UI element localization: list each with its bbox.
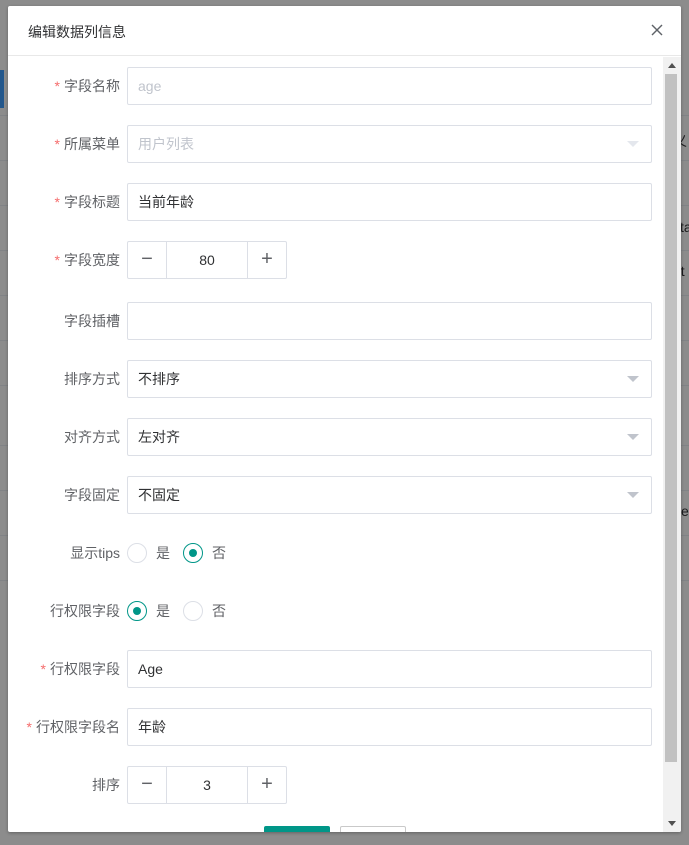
order-value[interactable]: 3 [167, 767, 247, 803]
order-stepper: − 3 + [127, 766, 287, 804]
row-permission-name-input[interactable]: 年龄 [127, 708, 652, 746]
radio-checked-icon [127, 601, 147, 621]
dialog-body: * 字段名称 age * 所属菜单 用户列表 * 字段标题 当前年龄 * 字段宽度 − … [8, 57, 663, 832]
edit-column-dialog: 编辑数据列信息 * 字段名称 age * 所属菜单 用户列表 * 字段标题 当前年龄 [8, 6, 681, 832]
field-title-label: * 字段标题 [54, 194, 120, 210]
field-name-input[interactable]: age [127, 67, 652, 105]
fixed-mode-select[interactable]: 不固定 [127, 476, 652, 514]
order-decrement-button[interactable]: − [128, 767, 167, 803]
fixed-mode-label: 字段固定 [64, 487, 120, 503]
radio-circle-icon [183, 601, 203, 621]
order-increment-button[interactable]: + [247, 767, 286, 803]
width-decrement-button[interactable]: − [128, 242, 167, 278]
scroll-up-icon[interactable] [668, 63, 676, 68]
form-row-order: 排序 − 3 + [8, 766, 663, 804]
align-mode-select[interactable]: 左对齐 [127, 418, 652, 456]
radio-label: 是 [156, 545, 170, 561]
row-permission-field-input[interactable]: Age [127, 650, 652, 688]
form-row-row-permission-field: * 行权限字段 Age [8, 650, 663, 688]
sort-mode-select[interactable]: 不排序 [127, 360, 652, 398]
width-increment-button[interactable]: + [247, 242, 286, 278]
required-marker: * [54, 194, 60, 210]
dialog-scrollbar[interactable] [663, 57, 681, 832]
row-permission-name-label: * 行权限字段名 [26, 719, 120, 735]
row-permission-field-label: * 行权限字段 [40, 661, 120, 677]
radio-circle-icon [127, 543, 147, 563]
menu-select[interactable]: 用户列表 [127, 125, 652, 163]
required-marker: * [40, 661, 46, 677]
form-row-fixed-mode: 字段固定 不固定 [8, 476, 663, 514]
chevron-down-icon [627, 376, 639, 382]
menu-label: * 所属菜单 [54, 136, 120, 152]
confirm-button[interactable] [264, 826, 330, 832]
required-marker: * [26, 719, 32, 735]
field-slot-input[interactable] [127, 302, 652, 340]
chevron-down-icon [627, 434, 639, 440]
menu-select-value: 用户列表 [138, 136, 194, 152]
form-row-align-mode: 对齐方式 左对齐 [8, 418, 663, 456]
form-row-row-permission: 行权限字段 是 否 [8, 592, 663, 630]
chevron-down-icon [627, 492, 639, 498]
scrollbar-thumb[interactable] [665, 74, 677, 762]
form-row-field-slot: 字段插槽 [8, 302, 663, 340]
field-width-stepper: − 80 + [127, 241, 287, 279]
required-marker: * [54, 252, 60, 268]
field-slot-label: 字段插槽 [64, 313, 120, 329]
radio-checked-icon [183, 543, 203, 563]
field-name-label: * 字段名称 [54, 78, 120, 94]
radio-label: 是 [156, 603, 170, 619]
radio-label: 否 [212, 603, 226, 619]
form-row-sort-mode: 排序方式 不排序 [8, 360, 663, 398]
show-tips-label: 显示tips [70, 545, 120, 561]
form-row-field-width: * 字段宽度 − 80 + [8, 241, 663, 279]
form-row-field-name: * 字段名称 age [8, 67, 663, 105]
fixed-mode-value: 不固定 [138, 487, 180, 503]
align-mode-value: 左对齐 [138, 429, 180, 445]
sort-mode-value: 不排序 [138, 371, 180, 387]
required-marker: * [54, 136, 60, 152]
radio-label: 否 [212, 545, 226, 561]
scroll-down-icon[interactable] [668, 821, 676, 826]
cancel-button[interactable] [340, 826, 406, 832]
dialog-title: 编辑数据列信息 [28, 24, 126, 40]
form-row-field-title: * 字段标题 当前年龄 [8, 183, 663, 221]
field-title-input[interactable]: 当前年龄 [127, 183, 652, 221]
align-mode-label: 对齐方式 [64, 429, 120, 445]
form-row-show-tips: 显示tips 是 否 [8, 534, 663, 572]
dialog-header: 编辑数据列信息 [8, 6, 681, 56]
sort-mode-label: 排序方式 [64, 371, 120, 387]
row-permission-label: 行权限字段 [50, 603, 120, 619]
close-icon[interactable] [647, 20, 667, 40]
form-row-menu: * 所属菜单 用户列表 [8, 125, 663, 163]
required-marker: * [54, 78, 60, 94]
width-value[interactable]: 80 [167, 242, 247, 278]
field-width-label: * 字段宽度 [54, 252, 120, 268]
form-row-row-permission-name: * 行权限字段名 年龄 [8, 708, 663, 746]
chevron-down-icon [627, 141, 639, 147]
order-label: 排序 [92, 777, 120, 793]
